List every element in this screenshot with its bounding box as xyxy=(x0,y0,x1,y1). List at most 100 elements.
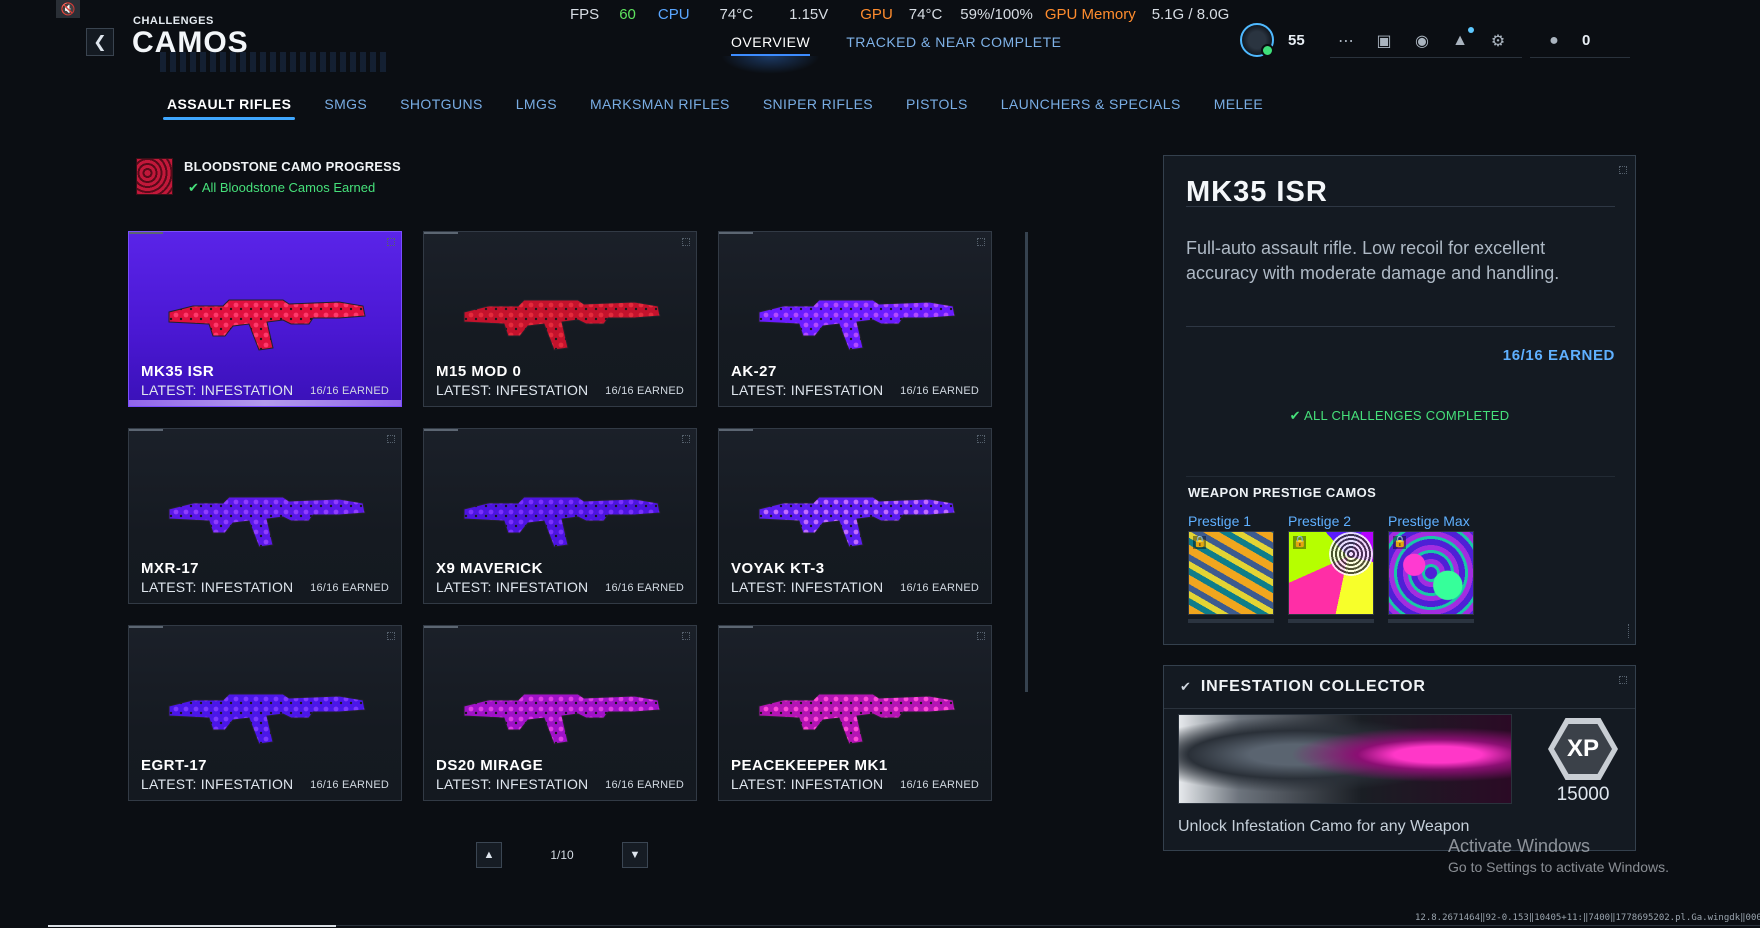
weapon-image xyxy=(758,299,956,351)
card-corner-decoration xyxy=(387,632,395,640)
gpu-label: GPU xyxy=(860,6,893,23)
category-tab-marksman-rifles[interactable]: MARKSMAN RIFLES xyxy=(590,96,730,120)
weapon-card[interactable]: AK-27 LATEST: INFESTATION 16/16 EARNED xyxy=(718,231,992,407)
category-tab-lmgs[interactable]: LMGS xyxy=(516,96,557,120)
weapon-image xyxy=(758,496,956,548)
weapon-latest-camo: LATEST: INFESTATION xyxy=(436,579,589,595)
tab-tracked-near-complete[interactable]: TRACKED & NEAR COMPLETE xyxy=(846,34,1061,56)
build-string: 12.8.2671464‖92-0.153‖10405+11:‖7400‖177… xyxy=(1415,913,1760,923)
detail-description: Full-auto assault rifle. Low recoil for … xyxy=(1186,238,1560,283)
weapon-grid: MK35 ISR LATEST: INFESTATION 16/16 EARNED M… xyxy=(128,231,992,801)
category-tab-shotguns[interactable]: SHOTGUNS xyxy=(400,96,483,120)
weapon-detail-panel: MK35 ISR Full-auto assault rifle. Low re… xyxy=(1163,155,1636,645)
grid-menu-icon[interactable]: ⋯ xyxy=(1336,31,1356,51)
gpu-memory-value: 5.1G / 8.0G xyxy=(1151,6,1230,23)
chevron-down-icon: ▼ xyxy=(629,849,641,861)
bottom-progress-line xyxy=(48,925,336,927)
currency-display[interactable]: ● 0 xyxy=(1530,24,1630,58)
prestige-camo-2[interactable]: Prestige 2 🔒 xyxy=(1288,513,1374,623)
prestige-label: Prestige 2 xyxy=(1288,513,1352,529)
weapon-image xyxy=(463,496,661,548)
scrollbar-thumb[interactable] xyxy=(1025,232,1028,692)
currency-icon: ● xyxy=(1549,31,1559,49)
challenges-complete-status: ✔ ALL CHALLENGES COMPLETED xyxy=(1164,408,1635,424)
gpu-temp: 74°C xyxy=(908,6,943,23)
weapon-earned-count: 16/16 EARNED xyxy=(900,582,979,594)
weapon-card[interactable]: MK35 ISR LATEST: INFESTATION 16/16 EARNED xyxy=(128,231,402,407)
gpu-usage: 59%/100% xyxy=(960,6,1033,23)
weapon-name: PEACEKEEPER MK1 xyxy=(731,757,888,774)
weapon-latest-camo: LATEST: INFESTATION xyxy=(141,579,294,595)
prestige-progress-bar xyxy=(1188,619,1274,623)
back-button[interactable]: ❮ xyxy=(86,28,114,56)
rank-icon xyxy=(1240,23,1274,57)
page-up-button[interactable]: ▲ xyxy=(476,842,502,868)
weapon-card[interactable]: M15 MOD 0 LATEST: INFESTATION 16/16 EARNED xyxy=(423,231,697,407)
lock-icon: 🔒 xyxy=(1193,536,1207,549)
card-corner-decoration xyxy=(977,435,985,443)
card-corner-decoration xyxy=(387,435,395,443)
chevron-left-icon: ❮ xyxy=(93,34,107,51)
weapon-category-tabs: ASSAULT RIFLES SMGS SHOTGUNS LMGS MARKSM… xyxy=(162,96,1296,120)
prestige-progress-bar xyxy=(1388,619,1474,623)
card-corner-decoration xyxy=(682,435,690,443)
prestige-camo-image: 🔒 xyxy=(1188,531,1274,615)
camo-progress-status: ✔ All Bloodstone Camos Earned xyxy=(188,180,375,196)
card-corner-decoration xyxy=(682,238,690,246)
category-tab-smgs[interactable]: SMGS xyxy=(324,96,367,120)
store-icon[interactable]: ▣ xyxy=(1374,31,1394,51)
pager: ▲ 1/10 ▼ xyxy=(476,842,648,868)
camo-progress-title: BLOODSTONE CAMO PROGRESS xyxy=(184,159,401,174)
weapon-name: MXR-17 xyxy=(141,560,200,577)
prestige-camo-image: 🔒 xyxy=(1388,531,1474,615)
rank-number: 55 xyxy=(1288,31,1305,49)
collector-reward-image xyxy=(1178,714,1512,804)
weapon-name: EGRT-17 xyxy=(141,757,208,774)
detail-earned-count: 16/16 EARNED xyxy=(1502,347,1615,364)
weapon-card[interactable]: DS20 MIRAGE LATEST: INFESTATION 16/16 EARN… xyxy=(423,625,697,801)
weapon-latest-camo: LATEST: INFESTATION xyxy=(141,776,294,792)
page-down-button[interactable]: ▼ xyxy=(622,842,648,868)
weapon-card[interactable]: PEACEKEEPER MK1 LATEST: INFESTATION 16/16 … xyxy=(718,625,992,801)
collector-challenge-card[interactable]: ✔ INFESTATION COLLECTOR XP 15000 Unlock … xyxy=(1163,665,1636,851)
category-tab-launchers-specials[interactable]: LAUNCHERS & SPECIALS xyxy=(1001,96,1181,120)
weapon-card[interactable]: VOYAK KT-3 LATEST: INFESTATION 16/16 EARNE… xyxy=(718,428,992,604)
weapon-card[interactable]: MXR-17 LATEST: INFESTATION 16/16 EARNED xyxy=(128,428,402,604)
bottom-divider xyxy=(336,925,1760,926)
category-tab-melee[interactable]: MELEE xyxy=(1214,96,1263,120)
watermark-line-1: Activate Windows xyxy=(1448,836,1591,856)
tab-overview[interactable]: OVERVIEW xyxy=(720,34,821,74)
xp-badge-icon: XP xyxy=(1546,716,1620,782)
weapon-latest-camo: LATEST: INFESTATION xyxy=(731,776,884,792)
category-tab-assault-rifles[interactable]: ASSAULT RIFLES xyxy=(162,96,296,120)
weapon-card[interactable]: EGRT-17 LATEST: INFESTATION 16/16 EARNED xyxy=(128,625,402,801)
weapon-image xyxy=(168,496,366,548)
chevron-up-icon: ▲ xyxy=(483,849,495,861)
panel-corner-decoration xyxy=(1621,624,1629,638)
settings-gear-icon[interactable]: ⚙ xyxy=(1488,31,1508,51)
media-icon[interactable]: ◉ xyxy=(1412,31,1432,51)
weapon-earned-count: 16/16 EARNED xyxy=(310,582,389,594)
category-tab-sniper-rifles[interactable]: SNIPER RIFLES xyxy=(763,96,873,120)
title-decoration xyxy=(160,52,390,72)
fps-value: 60 xyxy=(619,6,636,23)
weapon-name: AK-27 xyxy=(731,363,777,380)
prestige-camo-max[interactable]: Prestige Max 🔒 xyxy=(1388,513,1474,623)
top-tabs: OVERVIEW TRACKED & NEAR COMPLETE xyxy=(720,34,1062,74)
mute-icon[interactable]: 🔇 xyxy=(56,0,80,18)
weapon-latest-camo: LATEST: INFESTATION xyxy=(731,579,884,595)
checkmark-icon: ✔ xyxy=(1289,408,1301,423)
weapon-name: M15 MOD 0 xyxy=(436,363,522,380)
player-rank[interactable]: 55 xyxy=(1240,22,1305,58)
checkmark-icon: ✔ xyxy=(1180,679,1191,694)
category-tab-pistols[interactable]: PISTOLS xyxy=(906,96,968,120)
card-corner-decoration xyxy=(682,632,690,640)
cpu-label: CPU xyxy=(657,6,690,23)
weapon-grid-scrollbar[interactable] xyxy=(1025,232,1028,692)
weapon-earned-count: 16/16 EARNED xyxy=(900,779,979,791)
weapon-card[interactable]: X9 MAVERICK LATEST: INFESTATION 16/16 EARN… xyxy=(423,428,697,604)
prestige-camo-1[interactable]: Prestige 1 🔒 xyxy=(1188,513,1274,623)
notifications-icon[interactable]: ▲ xyxy=(1450,26,1474,51)
weapon-earned-count: 16/16 EARNED xyxy=(605,582,684,594)
weapon-latest-camo: LATEST: INFESTATION xyxy=(436,382,589,398)
